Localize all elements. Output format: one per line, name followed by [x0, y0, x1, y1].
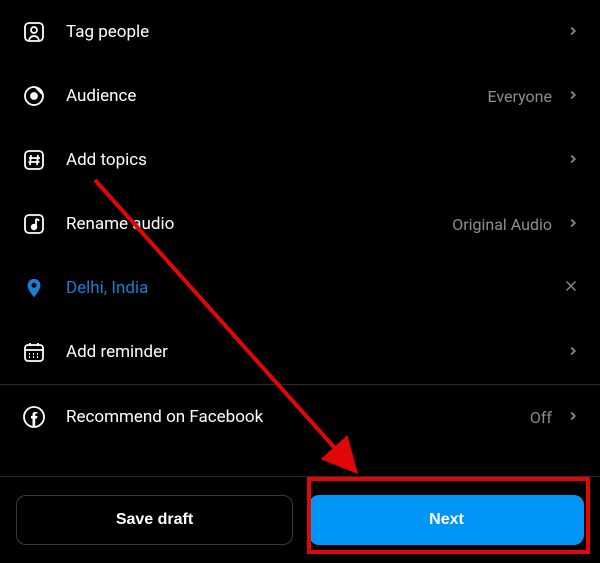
- option-recommend-facebook[interactable]: Recommend on Facebook Off: [0, 385, 600, 449]
- save-draft-button[interactable]: Save draft: [16, 495, 293, 545]
- hashtag-icon: [20, 146, 48, 174]
- option-add-topics[interactable]: Add topics: [0, 128, 600, 192]
- option-label: Audience: [66, 86, 488, 106]
- option-label: Rename audio: [66, 214, 452, 234]
- next-button[interactable]: Next: [309, 495, 584, 545]
- option-label: Delhi, India: [66, 278, 562, 298]
- chevron-right-icon: [566, 215, 580, 234]
- option-add-reminder[interactable]: Add reminder: [0, 320, 600, 385]
- option-value: Off: [530, 408, 552, 427]
- option-value: Everyone: [488, 87, 552, 106]
- close-icon[interactable]: [562, 277, 580, 299]
- option-rename-audio[interactable]: Rename audio Original Audio: [0, 192, 600, 256]
- option-location[interactable]: Delhi, India: [0, 256, 600, 320]
- option-tag-people[interactable]: Tag people: [0, 0, 600, 64]
- option-label: Add reminder: [66, 342, 566, 362]
- tag-people-icon: [20, 18, 48, 46]
- audience-icon: [20, 82, 48, 110]
- chevron-right-icon: [566, 87, 580, 106]
- calendar-icon: [20, 338, 48, 366]
- audio-icon: [20, 210, 48, 238]
- option-label: Add topics: [66, 150, 566, 170]
- chevron-right-icon: [566, 23, 580, 42]
- option-label: Tag people: [66, 22, 566, 42]
- chevron-right-icon: [566, 151, 580, 170]
- location-pin-icon: [20, 274, 48, 302]
- option-audience[interactable]: Audience Everyone: [0, 64, 600, 128]
- option-value: Original Audio: [452, 215, 552, 234]
- action-buttons: Save draft Next: [0, 476, 600, 563]
- chevron-right-icon: [566, 408, 580, 427]
- option-label: Recommend on Facebook: [66, 407, 530, 427]
- facebook-icon: [20, 403, 48, 431]
- chevron-right-icon: [566, 343, 580, 362]
